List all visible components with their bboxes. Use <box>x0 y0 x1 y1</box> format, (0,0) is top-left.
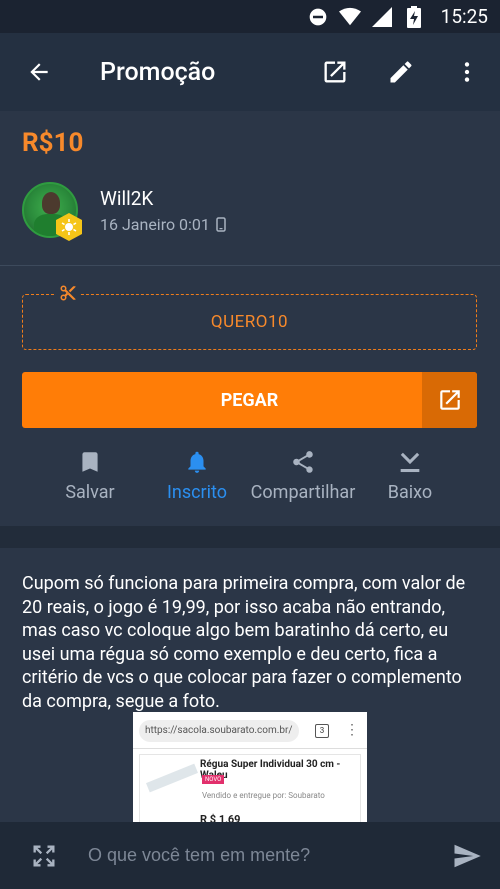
save-action[interactable]: Salvar <box>40 448 140 503</box>
screenshot-product-card: Régua Super Individual 30 cm - Waleu NOV… <box>139 754 361 822</box>
do-not-disturb-icon <box>307 6 329 28</box>
chevron-down-icon <box>400 452 420 473</box>
mobile-device-icon <box>216 217 226 232</box>
page-title: Promoção <box>100 57 216 87</box>
fullscreen-icon <box>33 845 55 866</box>
coupon-code-box[interactable]: QUERO10 <box>22 294 477 350</box>
post-date-text: 16 Janeiro 0:01 <box>100 215 210 234</box>
expand-button[interactable] <box>0 822 88 889</box>
share-icon <box>293 451 313 473</box>
deal-price: R$10 <box>22 128 84 158</box>
send-icon <box>454 844 481 867</box>
deal-header: R$10 Will2K 16 Janeiro 0:01 <box>0 111 500 266</box>
battery-charging-icon <box>403 5 425 28</box>
send-button[interactable] <box>434 822 500 889</box>
bookmark-icon <box>82 452 98 472</box>
avatar-head <box>42 192 60 214</box>
open-external-button[interactable] <box>302 33 368 111</box>
post-date: 16 Janeiro 0:01 <box>100 215 226 234</box>
downvote-action[interactable]: Baixo <box>370 448 450 503</box>
wifi-icon <box>338 6 361 28</box>
coupon-code[interactable]: QUERO10 <box>211 312 288 332</box>
get-deal-button[interactable]: PEGAR <box>22 372 477 428</box>
section-divider <box>0 526 500 548</box>
screenshot-seller: Vendido e entregue por: Soubarato <box>202 791 325 800</box>
deal-description: Cupom só funciona para primeira compra, … <box>0 548 500 822</box>
status-bar: 15:25 <box>0 0 500 33</box>
more-options-button[interactable] <box>434 33 500 111</box>
comment-composer <box>0 822 500 889</box>
more-vert-icon <box>464 62 470 82</box>
subscribed-label: Inscrito <box>166 482 227 503</box>
signal-icon <box>371 6 393 28</box>
screenshot-new-badge: NOVO <box>202 775 225 784</box>
comment-input[interactable] <box>88 845 434 866</box>
scissors-icon <box>56 283 80 303</box>
save-action-label: Salvar <box>65 482 115 503</box>
screenshot-price: R $ 1,69 <box>200 813 241 822</box>
level-badge-icon <box>56 213 82 241</box>
downvote-label: Baixo <box>387 482 433 503</box>
description-text: Cupom só funciona para primeira compra, … <box>22 573 466 712</box>
screenshot-divider <box>133 748 367 749</box>
attached-screenshot[interactable]: https://sacola.soubarato.com.br/ 3 ⋮ Rég… <box>133 712 367 822</box>
subscribed-action[interactable]: Inscrito <box>156 448 238 503</box>
edit-button[interactable] <box>368 33 434 111</box>
pencil-icon <box>390 61 412 83</box>
back-button[interactable] <box>0 33 78 111</box>
screenshot-tab-count: 3 <box>315 724 329 738</box>
ruler-image <box>146 763 198 793</box>
arrow-back-icon <box>30 63 48 81</box>
open-in-new-icon <box>439 390 460 410</box>
status-time: 15:25 <box>440 5 488 28</box>
get-deal-label: PEGAR <box>220 389 279 411</box>
open-in-new-icon <box>324 61 346 83</box>
author-name[interactable]: Will2K <box>100 187 153 210</box>
screenshot-menu-icon: ⋮ <box>345 722 359 738</box>
share-label: Compartilhar <box>250 482 356 503</box>
share-action[interactable]: Compartilhar <box>244 448 362 503</box>
bell-icon <box>188 451 206 473</box>
get-deal-external-button[interactable] <box>422 372 477 428</box>
app-toolbar: Promoção <box>0 33 500 111</box>
screenshot-url: https://sacola.soubarato.com.br/ <box>139 720 299 742</box>
